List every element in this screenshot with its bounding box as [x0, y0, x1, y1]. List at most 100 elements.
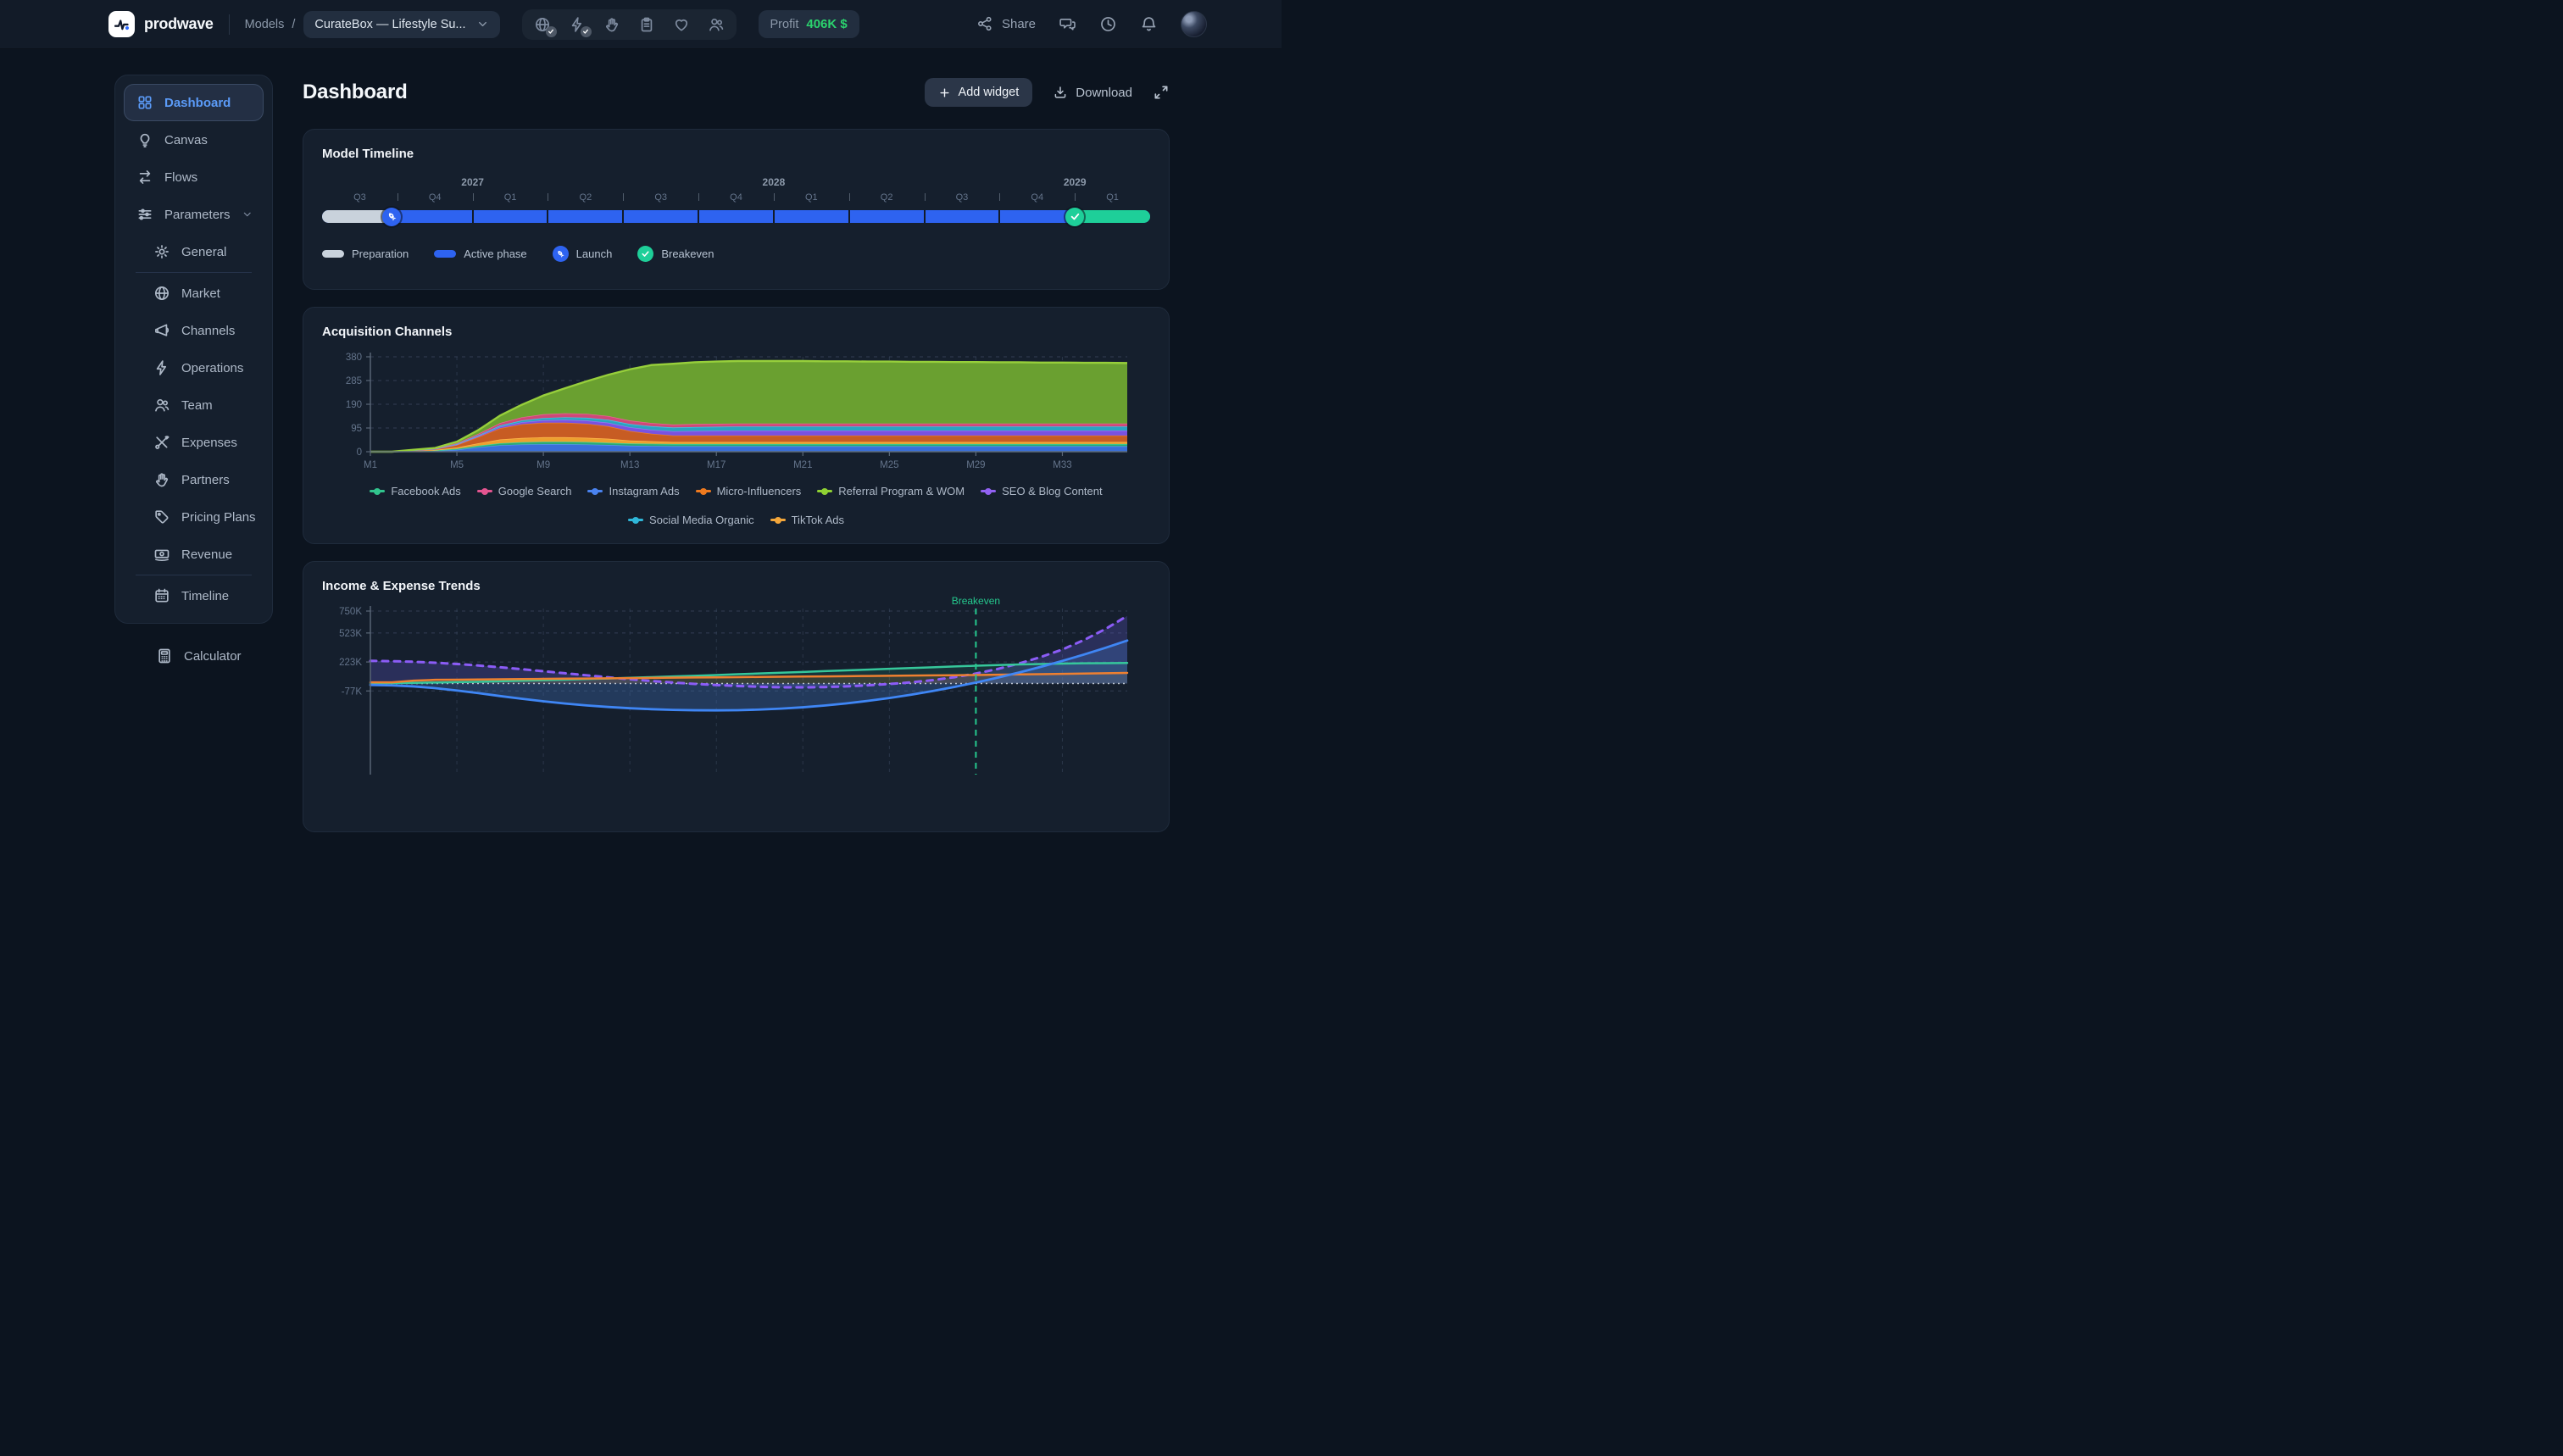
legend-label: Referral Program & WOM	[838, 485, 965, 497]
clock-icon[interactable]	[1099, 15, 1117, 33]
bell-icon[interactable]	[1140, 15, 1158, 33]
swap-icon	[136, 169, 153, 186]
timeline-segment-gap	[848, 210, 850, 223]
globe-icon[interactable]	[534, 16, 551, 33]
svg-text:M25: M25	[880, 460, 898, 470]
timeline-quarter-label: Q1	[805, 192, 818, 203]
timeline-segment-gap	[924, 210, 926, 223]
topbar: prodwave Models / CurateBox — Lifestyle …	[0, 0, 1282, 49]
timeline-segment-post-breakeven	[1075, 210, 1150, 223]
timeline-marker-launch[interactable]	[382, 208, 401, 226]
legend-item-seo-blog-content[interactable]: SEO & Blog Content	[981, 485, 1103, 497]
sidebar: DashboardCanvasFlows Parameters General Mar…	[114, 75, 273, 624]
svg-text:750K: 750K	[339, 607, 362, 617]
sidebar-item-flows[interactable]: Flows	[124, 158, 264, 196]
sidebar-item-label: Team	[181, 398, 213, 413]
legend-item-micro-influencers[interactable]: Micro-Influencers	[696, 485, 802, 497]
timeline-axis: Q3Q4Q1Q2Q3Q4Q1Q2Q3Q4Q1202720282029	[322, 176, 1150, 209]
hand-icon[interactable]	[603, 16, 620, 33]
legend-marker	[696, 490, 711, 492]
download-button[interactable]: Download	[1053, 85, 1132, 100]
timeline-tick	[623, 193, 624, 201]
timeline-segment-gap	[472, 210, 474, 223]
timeline-segment-active	[392, 210, 1075, 223]
sidebar-item-label: Parameters	[164, 208, 231, 222]
svg-text:-77K: -77K	[342, 686, 363, 697]
download-icon	[1053, 85, 1068, 100]
chevron-down-icon[interactable]	[242, 208, 253, 221]
sidebar-item-market[interactable]: Market	[124, 275, 264, 312]
legend-marker	[370, 490, 385, 492]
timeline-segment-gap	[698, 210, 699, 223]
sidebar-item-general[interactable]: General	[124, 233, 264, 270]
sidebar-item-team[interactable]: Team	[124, 386, 264, 424]
sidebar-item-label: Pricing Plans	[181, 510, 256, 525]
plus-icon	[938, 86, 951, 99]
bolt-icon[interactable]	[569, 16, 586, 33]
sidebar-item-label: Partners	[181, 473, 230, 487]
check-badge-icon	[581, 26, 592, 37]
sidebar-item-calculator[interactable]: Calculator	[114, 637, 273, 675]
legend-pill	[322, 250, 344, 258]
clipboard-icon[interactable]	[638, 16, 655, 33]
sidebar-item-timeline[interactable]: Timeline	[124, 577, 264, 614]
legend-label: Preparation	[352, 247, 409, 260]
sidebar-item-expenses[interactable]: Expenses	[124, 424, 264, 461]
sidebar-item-canvas[interactable]: Canvas	[124, 121, 264, 158]
timeline-year-label: 2029	[1064, 176, 1087, 188]
timeline-legend: PreparationActive phaseLaunchBreakeven	[322, 246, 1150, 262]
sidebar-item-channels[interactable]: Channels	[124, 312, 264, 349]
chevron-down-icon	[476, 18, 489, 31]
sidebar-item-partners[interactable]: Partners	[124, 461, 264, 498]
timeline-segment-gap	[547, 210, 548, 223]
legend-label: Instagram Ads	[609, 485, 679, 497]
breadcrumb-models-link[interactable]: Models	[245, 18, 285, 31]
megaphone-icon	[153, 322, 170, 339]
income-widget-title: Income & Expense Trends	[322, 579, 1150, 593]
legend-marker	[477, 490, 492, 492]
legend-item-facebook-ads[interactable]: Facebook Ads	[370, 485, 460, 497]
fullscreen-icon[interactable]	[1153, 84, 1170, 101]
svg-text:190: 190	[346, 400, 362, 410]
heart-icon[interactable]	[673, 16, 690, 33]
legend-label: Facebook Ads	[391, 485, 460, 497]
model-timeline-widget: Model Timeline Q3Q4Q1Q2Q3Q4Q1Q2Q3Q4Q1202…	[303, 129, 1170, 290]
check-badge-icon	[546, 26, 557, 37]
check-icon	[1070, 211, 1081, 222]
legend-item-social-media-organic[interactable]: Social Media Organic	[628, 514, 754, 526]
acquisition-widget-title: Acquisition Channels	[322, 325, 1150, 339]
sidebar-item-operations[interactable]: Operations	[124, 349, 264, 386]
legend-item-instagram-ads[interactable]: Instagram Ads	[587, 485, 679, 497]
timeline-tick	[774, 193, 775, 201]
sidebar-item-revenue[interactable]: Revenue	[124, 536, 264, 573]
share-button[interactable]: Share	[976, 15, 1036, 33]
timeline-marker-breakeven[interactable]	[1065, 208, 1084, 226]
legend-item-tiktok-ads[interactable]: TikTok Ads	[770, 514, 844, 526]
svg-text:0: 0	[357, 447, 362, 458]
sidebar-item-dashboard[interactable]: Dashboard	[124, 84, 264, 121]
tools-icon	[153, 434, 170, 451]
legend-label: Micro-Influencers	[717, 485, 802, 497]
app-logo[interactable]: prodwave	[108, 11, 214, 37]
chat-icon[interactable]	[1059, 15, 1076, 33]
svg-text:523K: 523K	[339, 629, 362, 639]
timeline-bar[interactable]	[322, 210, 1150, 223]
timeline-quarter-label: Q3	[654, 192, 667, 203]
timeline-legend-breakeven: Breakeven	[637, 246, 714, 262]
logo-pulse-icon	[108, 11, 135, 37]
timeline-tick	[473, 193, 474, 201]
add-widget-button[interactable]: Add widget	[925, 78, 1033, 107]
sidebar-item-parameters[interactable]: Parameters	[124, 196, 264, 233]
svg-text:285: 285	[346, 376, 362, 386]
model-selector[interactable]: CurateBox — Lifestyle Su...	[303, 11, 499, 38]
banknote-icon	[153, 546, 170, 563]
avatar[interactable]	[1181, 11, 1207, 37]
timeline-quarter-label: Q4	[1031, 192, 1043, 203]
users-icon[interactable]	[708, 16, 725, 33]
svg-text:M17: M17	[707, 460, 726, 470]
legend-item-google-search[interactable]: Google Search	[477, 485, 572, 497]
sidebar-item-pricing-plans[interactable]: Pricing Plans	[124, 498, 264, 536]
legend-item-referral-program-wom[interactable]: Referral Program & WOM	[817, 485, 965, 497]
timeline-tick	[1075, 193, 1076, 201]
gear-icon	[153, 243, 170, 260]
